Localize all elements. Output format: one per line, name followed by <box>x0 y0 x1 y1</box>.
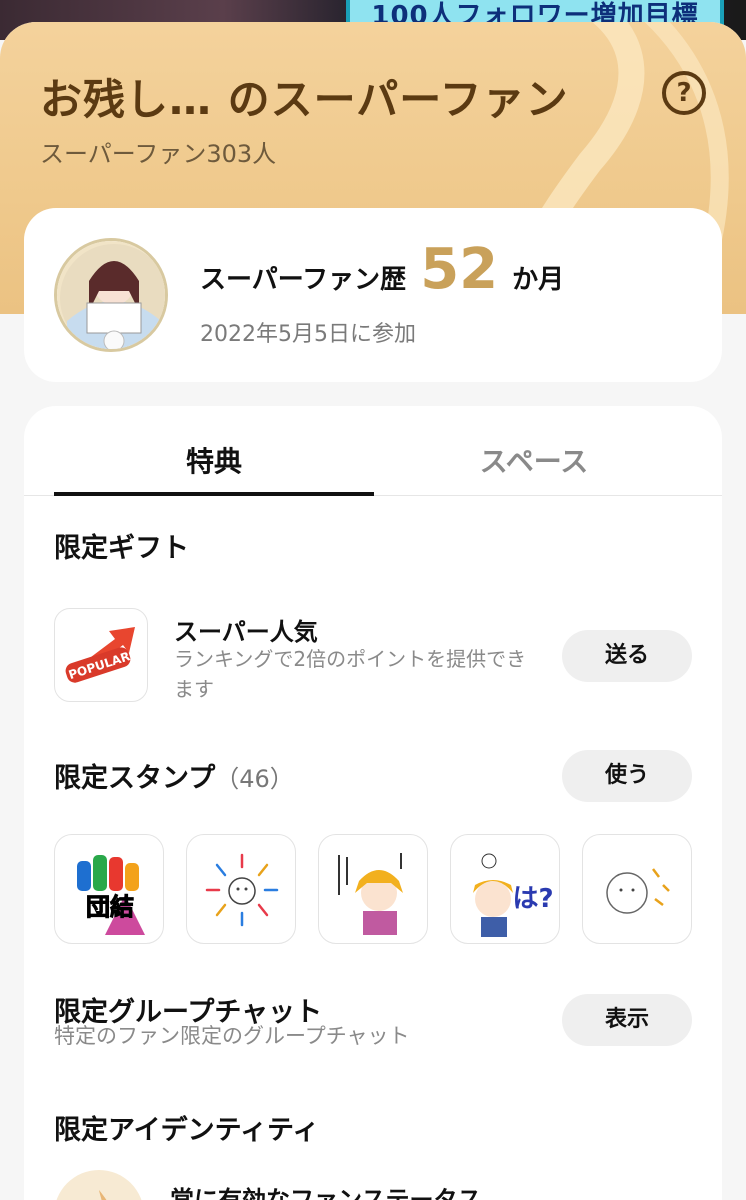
stamp-fireworks[interactable] <box>186 834 296 944</box>
send-gift-button[interactable]: 送る <box>562 630 692 682</box>
stamp-unity-text: 団結 <box>86 893 134 921</box>
avatar-illustration <box>57 241 165 349</box>
group-chat-description: 特定のファン限定のグループチャット <box>54 1024 410 1048</box>
stamp-ha-text: は? <box>512 884 553 914</box>
help-icon[interactable]: ? <box>662 71 706 115</box>
tab-bar: 特典 スペース <box>24 406 722 496</box>
view-group-chat-button[interactable]: 表示 <box>562 994 692 1046</box>
stamp-ha[interactable]: は? <box>450 834 560 944</box>
stamp-clap[interactable] <box>582 834 692 944</box>
active-tab-indicator <box>54 492 374 496</box>
tenure-line: スーパーファン歴 52 か月 <box>200 242 564 298</box>
stamp-girl-speech[interactable] <box>318 834 428 944</box>
tenure-card: スーパーファン歴 52 か月 2022年5月5日に参加 <box>24 208 722 382</box>
use-stamps-button[interactable]: 使う <box>562 750 692 802</box>
stamps-count: （46） <box>215 765 294 793</box>
tab-benefits[interactable]: 特典 <box>54 440 374 480</box>
joined-date: 2022年5月5日に参加 <box>200 322 416 347</box>
tenure-months: 52 <box>420 237 499 302</box>
gift-description: ランキングで2倍のポイントを提供できます <box>174 647 527 701</box>
superfan-count: スーパーファン303人 <box>40 140 277 168</box>
tenure-unit: か月 <box>512 265 565 295</box>
tab-spaces[interactable]: スペース <box>374 440 694 480</box>
benefits-panel: 特典 スペース 限定ギフト POPULAR スーパー人気 ランキングで2倍のポイ… <box>24 406 722 1200</box>
stamps-section-title: 限定スタンプ（46） <box>54 756 294 795</box>
tenure-label: スーパーファン歴 <box>200 265 407 295</box>
identity-section-title: 限定アイデンティティ <box>54 1115 320 1146</box>
stamps-title-label: 限定スタンプ <box>54 763 216 794</box>
popular-gift-icon: POPULAR <box>54 608 148 702</box>
page-title: お残し… のスーパーファン <box>40 75 569 124</box>
superfan-sheet: お残し… のスーパーファン ? スーパーファン303人 スーパーファン歴 52 … <box>0 22 746 1200</box>
flame-icon <box>54 1170 144 1200</box>
gift-name: スーパー人気 <box>174 618 318 646</box>
avatar[interactable] <box>54 238 168 352</box>
stamp-unity[interactable]: 団結 <box>54 834 164 944</box>
gift-section-title: 限定ギフト <box>54 533 189 564</box>
identity-item-label: 常に有効なファンステータス <box>170 1186 482 1200</box>
